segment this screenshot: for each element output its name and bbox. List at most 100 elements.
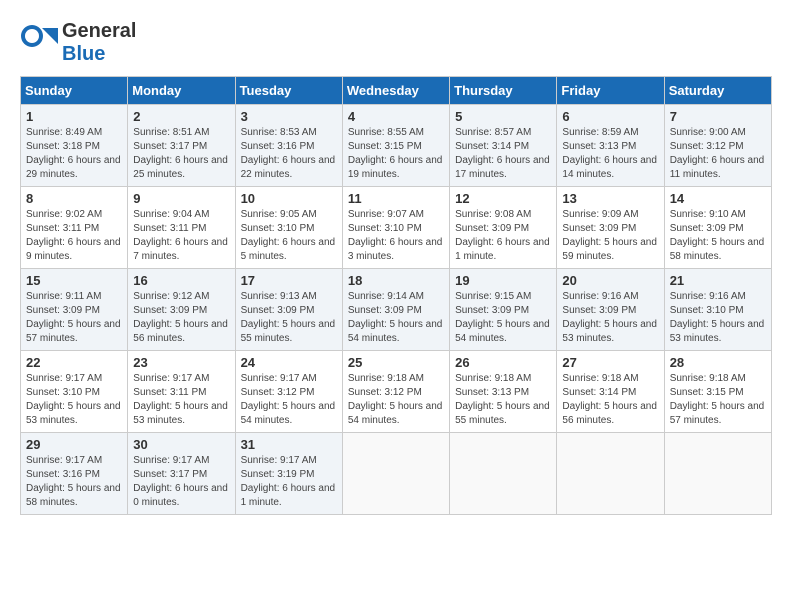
calendar-cell: 1 Sunrise: 8:49 AMSunset: 3:18 PMDayligh… [21, 105, 128, 187]
day-number: 17 [241, 273, 337, 288]
day-info: Sunrise: 8:57 AMSunset: 3:14 PMDaylight:… [455, 126, 551, 182]
day-info: Sunrise: 9:17 AMSunset: 3:10 PMDaylight:… [26, 372, 122, 428]
calendar-cell: 24 Sunrise: 9:17 AMSunset: 3:12 PMDaylig… [235, 351, 342, 433]
day-number: 14 [670, 191, 766, 206]
day-info: Sunrise: 9:15 AMSunset: 3:09 PMDaylight:… [455, 290, 551, 346]
day-info: Sunrise: 9:12 AMSunset: 3:09 PMDaylight:… [133, 290, 229, 346]
day-info: Sunrise: 9:17 AMSunset: 3:19 PMDaylight:… [241, 454, 337, 510]
day-number: 23 [133, 355, 229, 370]
day-info: Sunrise: 9:14 AMSunset: 3:09 PMDaylight:… [348, 290, 444, 346]
calendar-cell: 9 Sunrise: 9:04 AMSunset: 3:11 PMDayligh… [128, 187, 235, 269]
day-info: Sunrise: 9:02 AMSunset: 3:11 PMDaylight:… [26, 208, 122, 264]
day-number: 8 [26, 191, 122, 206]
calendar-header-row: SundayMondayTuesdayWednesdayThursdayFrid… [21, 77, 772, 105]
day-number: 28 [670, 355, 766, 370]
calendar-cell [450, 433, 557, 515]
day-number: 19 [455, 273, 551, 288]
calendar-week-5: 29 Sunrise: 9:17 AMSunset: 3:16 PMDaylig… [21, 433, 772, 515]
calendar-cell: 25 Sunrise: 9:18 AMSunset: 3:12 PMDaylig… [342, 351, 449, 433]
day-number: 21 [670, 273, 766, 288]
page-header: General Blue [20, 20, 772, 66]
day-number: 25 [348, 355, 444, 370]
logo-blue: Blue [62, 43, 105, 65]
day-number: 1 [26, 109, 122, 124]
day-number: 3 [241, 109, 337, 124]
day-info: Sunrise: 9:11 AMSunset: 3:09 PMDaylight:… [26, 290, 122, 346]
calendar-cell: 22 Sunrise: 9:17 AMSunset: 3:10 PMDaylig… [21, 351, 128, 433]
day-info: Sunrise: 9:16 AMSunset: 3:10 PMDaylight:… [670, 290, 766, 346]
calendar-cell: 23 Sunrise: 9:17 AMSunset: 3:11 PMDaylig… [128, 351, 235, 433]
day-header-monday: Monday [128, 77, 235, 105]
calendar-cell: 5 Sunrise: 8:57 AMSunset: 3:14 PMDayligh… [450, 105, 557, 187]
calendar-cell: 2 Sunrise: 8:51 AMSunset: 3:17 PMDayligh… [128, 105, 235, 187]
calendar-week-2: 8 Sunrise: 9:02 AMSunset: 3:11 PMDayligh… [21, 187, 772, 269]
day-number: 30 [133, 437, 229, 452]
calendar-cell: 8 Sunrise: 9:02 AMSunset: 3:11 PMDayligh… [21, 187, 128, 269]
calendar-cell: 16 Sunrise: 9:12 AMSunset: 3:09 PMDaylig… [128, 269, 235, 351]
day-number: 4 [348, 109, 444, 124]
day-header-thursday: Thursday [450, 77, 557, 105]
logo: General Blue [20, 20, 136, 66]
day-number: 20 [562, 273, 658, 288]
calendar-cell: 28 Sunrise: 9:18 AMSunset: 3:15 PMDaylig… [664, 351, 771, 433]
calendar-cell: 29 Sunrise: 9:17 AMSunset: 3:16 PMDaylig… [21, 433, 128, 515]
calendar-cell: 14 Sunrise: 9:10 AMSunset: 3:09 PMDaylig… [664, 187, 771, 269]
day-number: 5 [455, 109, 551, 124]
calendar-cell: 19 Sunrise: 9:15 AMSunset: 3:09 PMDaylig… [450, 269, 557, 351]
day-info: Sunrise: 9:07 AMSunset: 3:10 PMDaylight:… [348, 208, 444, 264]
day-number: 12 [455, 191, 551, 206]
day-number: 27 [562, 355, 658, 370]
day-number: 7 [670, 109, 766, 124]
calendar-cell: 3 Sunrise: 8:53 AMSunset: 3:16 PMDayligh… [235, 105, 342, 187]
day-info: Sunrise: 9:17 AMSunset: 3:16 PMDaylight:… [26, 454, 122, 510]
logo-general: General [62, 20, 136, 42]
day-info: Sunrise: 9:18 AMSunset: 3:14 PMDaylight:… [562, 372, 658, 428]
day-info: Sunrise: 9:17 AMSunset: 3:11 PMDaylight:… [133, 372, 229, 428]
day-number: 29 [26, 437, 122, 452]
day-number: 24 [241, 355, 337, 370]
calendar-cell: 21 Sunrise: 9:16 AMSunset: 3:10 PMDaylig… [664, 269, 771, 351]
day-info: Sunrise: 9:10 AMSunset: 3:09 PMDaylight:… [670, 208, 766, 264]
day-info: Sunrise: 8:59 AMSunset: 3:13 PMDaylight:… [562, 126, 658, 182]
day-number: 16 [133, 273, 229, 288]
day-number: 13 [562, 191, 658, 206]
calendar-cell: 4 Sunrise: 8:55 AMSunset: 3:15 PMDayligh… [342, 105, 449, 187]
day-number: 9 [133, 191, 229, 206]
day-info: Sunrise: 9:00 AMSunset: 3:12 PMDaylight:… [670, 126, 766, 182]
calendar-cell [557, 433, 664, 515]
day-info: Sunrise: 8:53 AMSunset: 3:16 PMDaylight:… [241, 126, 337, 182]
calendar-week-1: 1 Sunrise: 8:49 AMSunset: 3:18 PMDayligh… [21, 105, 772, 187]
day-info: Sunrise: 9:18 AMSunset: 3:15 PMDaylight:… [670, 372, 766, 428]
logo-icon [20, 24, 58, 62]
calendar-cell: 27 Sunrise: 9:18 AMSunset: 3:14 PMDaylig… [557, 351, 664, 433]
day-info: Sunrise: 8:51 AMSunset: 3:17 PMDaylight:… [133, 126, 229, 182]
calendar-cell: 6 Sunrise: 8:59 AMSunset: 3:13 PMDayligh… [557, 105, 664, 187]
calendar-cell: 20 Sunrise: 9:16 AMSunset: 3:09 PMDaylig… [557, 269, 664, 351]
day-number: 31 [241, 437, 337, 452]
calendar-week-3: 15 Sunrise: 9:11 AMSunset: 3:09 PMDaylig… [21, 269, 772, 351]
calendar-cell: 30 Sunrise: 9:17 AMSunset: 3:17 PMDaylig… [128, 433, 235, 515]
day-number: 11 [348, 191, 444, 206]
day-header-tuesday: Tuesday [235, 77, 342, 105]
day-info: Sunrise: 9:04 AMSunset: 3:11 PMDaylight:… [133, 208, 229, 264]
calendar-cell: 13 Sunrise: 9:09 AMSunset: 3:09 PMDaylig… [557, 187, 664, 269]
calendar-week-4: 22 Sunrise: 9:17 AMSunset: 3:10 PMDaylig… [21, 351, 772, 433]
day-number: 10 [241, 191, 337, 206]
day-header-saturday: Saturday [664, 77, 771, 105]
day-info: Sunrise: 9:08 AMSunset: 3:09 PMDaylight:… [455, 208, 551, 264]
day-number: 6 [562, 109, 658, 124]
calendar-table: SundayMondayTuesdayWednesdayThursdayFrid… [20, 76, 772, 515]
calendar-cell: 31 Sunrise: 9:17 AMSunset: 3:19 PMDaylig… [235, 433, 342, 515]
calendar-cell: 26 Sunrise: 9:18 AMSunset: 3:13 PMDaylig… [450, 351, 557, 433]
calendar-cell: 15 Sunrise: 9:11 AMSunset: 3:09 PMDaylig… [21, 269, 128, 351]
day-info: Sunrise: 9:18 AMSunset: 3:13 PMDaylight:… [455, 372, 551, 428]
day-info: Sunrise: 9:17 AMSunset: 3:12 PMDaylight:… [241, 372, 337, 428]
day-header-wednesday: Wednesday [342, 77, 449, 105]
calendar-cell: 11 Sunrise: 9:07 AMSunset: 3:10 PMDaylig… [342, 187, 449, 269]
day-info: Sunrise: 8:55 AMSunset: 3:15 PMDaylight:… [348, 126, 444, 182]
calendar-cell: 10 Sunrise: 9:05 AMSunset: 3:10 PMDaylig… [235, 187, 342, 269]
day-number: 26 [455, 355, 551, 370]
calendar-cell [342, 433, 449, 515]
day-info: Sunrise: 8:49 AMSunset: 3:18 PMDaylight:… [26, 126, 122, 182]
day-number: 18 [348, 273, 444, 288]
